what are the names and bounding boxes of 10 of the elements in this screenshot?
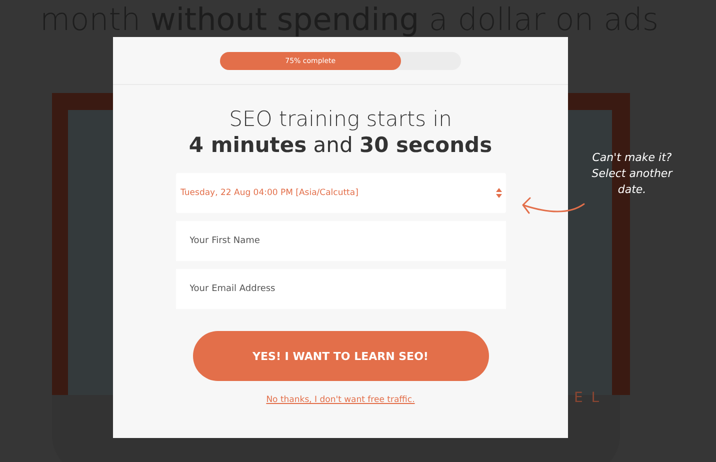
date-select[interactable]: Tuesday, 22 Aug 04:00 PM [Asia/Calcutta] — [176, 173, 506, 213]
sort-arrows-icon — [496, 188, 502, 198]
text-field[interactable]: Your First Name — [176, 221, 506, 261]
countdown: 4 minutes and 30 seconds — [188, 133, 492, 157]
heading: SEO training starts in — [229, 107, 452, 131]
logo-fragment: E L — [574, 390, 602, 406]
annotation-note: Can't make it? Select another date. — [590, 150, 674, 198]
decline-link[interactable]: No thanks, I don't want free traffic. — [266, 395, 415, 405]
submit-button[interactable]: YES! I WANT TO LEARN SEO! — [192, 331, 488, 381]
text-field[interactable]: Your Email Address — [176, 269, 506, 309]
